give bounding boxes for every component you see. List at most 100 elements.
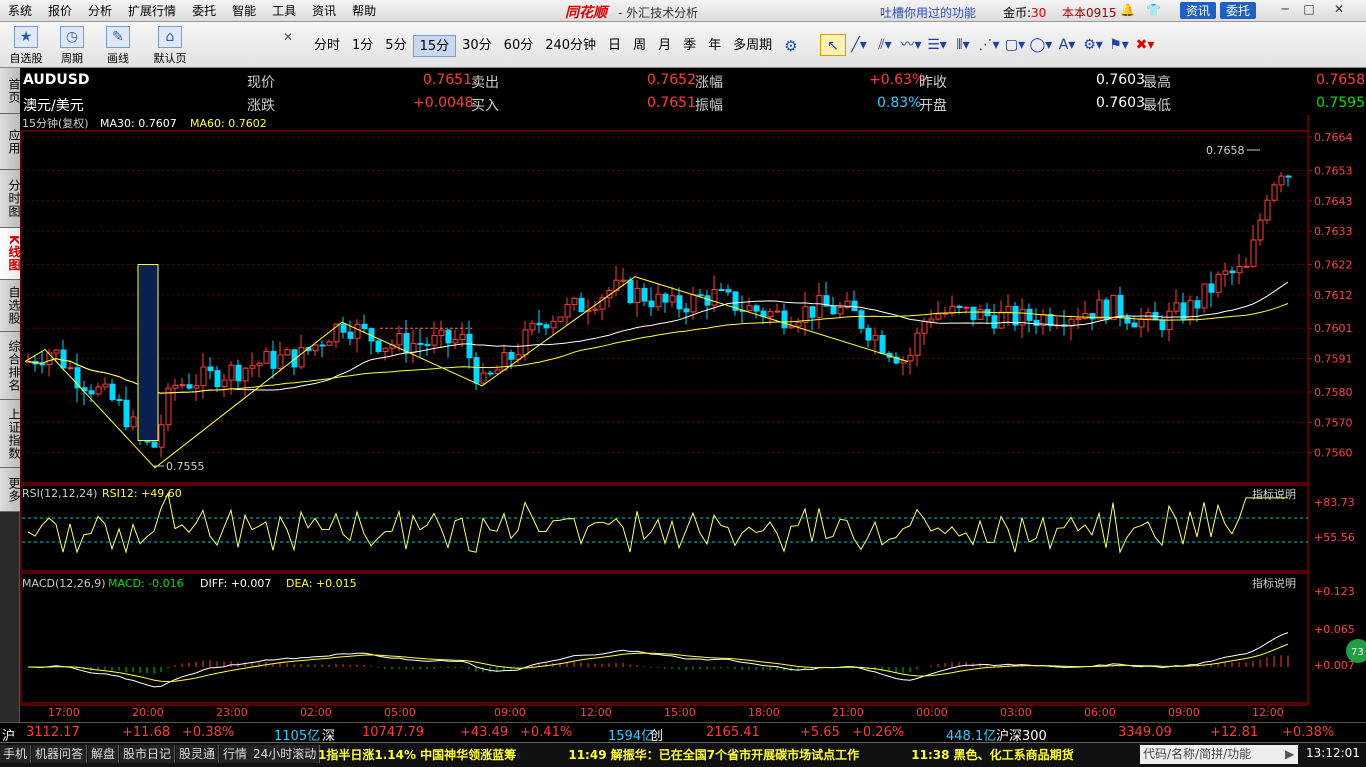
candle-body xyxy=(102,383,109,388)
index-item[interactable]: 10747.79 xyxy=(362,725,424,740)
menu-info[interactable]: 资讯 xyxy=(304,2,344,19)
menu-help[interactable]: 帮助 xyxy=(344,2,384,19)
index-item[interactable]: +0.26% xyxy=(852,725,904,740)
shirt-icon[interactable]: 👕 xyxy=(1146,3,1161,17)
ticker-item[interactable]: 11:38 黑色、化工系商品期货 xyxy=(911,748,1073,762)
menu-extended[interactable]: 扩展行情 xyxy=(120,2,184,19)
candle-body xyxy=(242,367,249,382)
channel-icon[interactable]: ⋰▾ xyxy=(976,34,1002,56)
bell-icon[interactable]: 🔔 xyxy=(1120,3,1135,17)
period-day[interactable]: 日 xyxy=(602,35,627,57)
period-label: 15分钟(复权) xyxy=(22,116,89,130)
candle-body xyxy=(746,305,753,312)
quote-button[interactable]: 行情 xyxy=(220,745,252,763)
feedback-link[interactable]: 吐槽你用过的功能 xyxy=(880,4,976,21)
menu-system[interactable]: 系统 xyxy=(0,2,40,19)
side-tab-home[interactable]: 首页 xyxy=(0,68,21,114)
mark-icon[interactable]: ⚑▾ xyxy=(1106,34,1132,56)
index-item[interactable]: +0.38% xyxy=(182,725,234,740)
menu-quote[interactable]: 报价 xyxy=(40,2,80,19)
gulingtong-button[interactable]: 股灵通 xyxy=(176,745,220,763)
side-tab-watchlist[interactable]: 自选股 xyxy=(0,280,21,332)
index-item[interactable]: +11.68 xyxy=(122,725,170,740)
fib-icon[interactable]: ☰▾ xyxy=(924,34,950,56)
candle-body xyxy=(158,424,165,448)
side-tab-timeshare[interactable]: 分时图 xyxy=(0,170,21,228)
candle-body xyxy=(676,295,683,310)
menu-smart[interactable]: 智能 xyxy=(224,2,264,19)
period-60min[interactable]: 60分 xyxy=(498,35,540,57)
diary-button[interactable]: 股市日记 xyxy=(120,745,176,763)
watchlist-button[interactable]: ★ 自选股 xyxy=(6,24,46,66)
period-multi[interactable]: 多周期 xyxy=(727,35,778,57)
period-timeshare[interactable]: 分时 xyxy=(308,35,346,57)
menu-analysis[interactable]: 分析 xyxy=(80,2,120,19)
mobile-button[interactable]: 手机 xyxy=(0,745,32,763)
period-settings-gear-icon[interactable]: ⚙ xyxy=(778,35,803,57)
period-240min[interactable]: 240分钟 xyxy=(539,35,602,57)
ticker-item[interactable]: 1指半日涨1.14% 中国神华领涨蓝筹 xyxy=(318,748,516,762)
robot-qa-button[interactable]: 机器问答 xyxy=(32,745,88,763)
menu-order[interactable]: 委托 xyxy=(184,2,224,19)
candle-body xyxy=(914,332,921,356)
draw-line-button[interactable]: ✎ 画线 xyxy=(98,24,138,66)
period-year[interactable]: 年 xyxy=(702,35,727,57)
news-24h-button[interactable]: 24小时滚动 xyxy=(250,745,321,763)
index-item[interactable]: 3349.09 xyxy=(1118,725,1172,740)
period-5min[interactable]: 5分 xyxy=(379,35,412,57)
side-tab-apps[interactable]: 应用 xyxy=(0,114,21,170)
diff-value: DIFF: +0.007 xyxy=(200,577,271,590)
macd-explain-button[interactable]: 指标说明 xyxy=(1252,576,1296,590)
index-item[interactable]: +5.65 xyxy=(800,725,840,740)
news-button[interactable]: 资讯 xyxy=(1180,2,1217,19)
news-ticker[interactable]: 1指半日涨1.14% 中国神华领涨蓝筹 11:49 解振华：已在全国7个省市开展… xyxy=(318,746,1138,764)
cursor-icon[interactable]: ↖ xyxy=(820,34,846,56)
period-month[interactable]: 月 xyxy=(652,35,677,57)
period-15min[interactable]: 15分 xyxy=(412,35,457,57)
market-comment-button[interactable]: 解盘 xyxy=(88,745,120,763)
rect-icon[interactable]: ▢▾ xyxy=(1002,34,1028,56)
rsi-tick-label: +55.56 xyxy=(1314,531,1355,544)
search-icon[interactable]: ▶ xyxy=(1285,747,1294,761)
candle-body xyxy=(1257,219,1264,241)
rsi-explain-button[interactable]: 指标说明 xyxy=(1252,487,1296,501)
period-30min[interactable]: 30分 xyxy=(456,35,498,57)
kline-chart[interactable]: 0.7664 0.7653 0.7643 0.7633 0.7622 0.7612 0.76… xyxy=(20,115,1366,721)
index-item[interactable]: 2165.41 xyxy=(706,725,760,740)
gear-icon[interactable]: ⚙▾ xyxy=(1080,34,1106,56)
wave-icon[interactable]: 〰▾ xyxy=(898,34,924,56)
default-page-button[interactable]: ⌂ 默认页 xyxy=(150,24,190,66)
side-tab-more[interactable]: 更多 xyxy=(0,468,21,512)
bars-icon[interactable]: ⦀▾ xyxy=(950,34,976,56)
period-week[interactable]: 周 xyxy=(627,35,652,57)
user-name[interactable]: 本本0915 xyxy=(1062,4,1117,21)
line-icon[interactable]: ╱▾ xyxy=(846,34,872,56)
parallel-icon[interactable]: ⫽▾ xyxy=(872,34,898,56)
index-item[interactable]: +43.49 xyxy=(460,725,508,740)
side-tab-ranking[interactable]: 综合排名 xyxy=(0,332,21,400)
index-item[interactable]: +0.41% xyxy=(520,725,572,740)
candle-body xyxy=(431,335,438,346)
ticker-item[interactable]: 11:49 解振华：已在全国7个省市开展碳市场试点工作 xyxy=(568,748,859,762)
toolbar-collapse-icon[interactable]: ✕ xyxy=(283,30,293,44)
candle-body xyxy=(1159,319,1166,331)
period-button[interactable]: ◷ 周期 xyxy=(52,24,92,66)
side-tab-kline[interactable]: K线图 xyxy=(0,228,21,280)
menu-tools[interactable]: 工具 xyxy=(264,2,304,19)
index-item[interactable]: 3112.17 xyxy=(26,725,80,740)
x-tick-label: 09:00 xyxy=(1168,706,1200,719)
delete-icon[interactable]: ✖▾ xyxy=(1132,34,1158,56)
side-tab-shindex[interactable]: 上证指数 xyxy=(0,400,21,468)
period-1min[interactable]: 1分 xyxy=(346,35,379,57)
close-button[interactable]: ✕ xyxy=(1330,2,1348,18)
index-item[interactable]: +12.81 xyxy=(1210,725,1258,740)
ellipse-icon[interactable]: ◯▾ xyxy=(1028,34,1054,56)
period-quarter[interactable]: 季 xyxy=(677,35,702,57)
index-item[interactable]: +0.38% xyxy=(1282,725,1334,740)
text-icon[interactable]: A▾ xyxy=(1054,34,1080,56)
minimize-button[interactable]: ─ xyxy=(1276,2,1294,18)
candle-body xyxy=(256,362,263,367)
trade-button[interactable]: 委托 xyxy=(1220,2,1257,19)
code-search-input[interactable]: 代码/名称/简拼/功能 xyxy=(1140,745,1298,764)
maximize-button[interactable]: □ xyxy=(1300,2,1318,18)
